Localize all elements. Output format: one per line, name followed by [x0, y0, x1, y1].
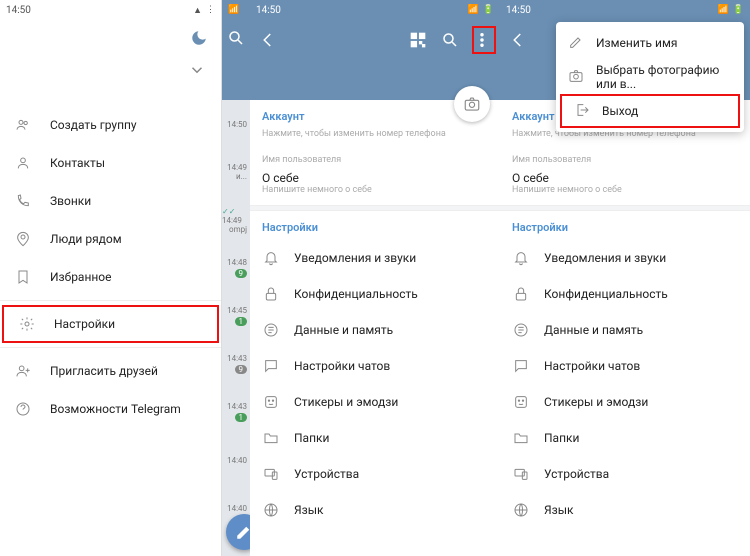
drawer-features[interactable]: Возможности Telegram [0, 390, 221, 428]
drawer-label: Контакты [50, 156, 105, 170]
about-hint: Напишите немного о себе [500, 185, 750, 205]
gear-icon [18, 316, 36, 332]
logout-icon [574, 102, 590, 121]
drawer-invite[interactable]: Пригласить друзей [0, 352, 221, 390]
help-icon [14, 401, 32, 417]
drawer-label: Пригласить друзей [50, 364, 158, 378]
drawer-label: Возможности Telegram [50, 402, 181, 416]
drawer-label: Звонки [50, 194, 91, 208]
setting-folders[interactable]: Папки [250, 420, 500, 456]
setting-data[interactable]: Данные и память [250, 312, 500, 348]
status-time: 14:50 [256, 5, 281, 16]
chat-icon [512, 358, 530, 374]
user-icon [14, 155, 32, 171]
night-mode-icon[interactable] [189, 28, 209, 48]
camera-icon [568, 68, 584, 87]
username-label[interactable]: Имя пользователя [250, 149, 500, 167]
lock-icon [512, 286, 530, 302]
setting-stickers[interactable]: Стикеры и эмодзи [500, 384, 750, 420]
about-label[interactable]: О себе [500, 167, 750, 185]
drawer-create-group[interactable]: Создать группу [0, 106, 221, 144]
setting-language[interactable]: Язык [500, 492, 750, 528]
menu-logout[interactable]: Выход [560, 94, 740, 128]
setting-chats[interactable]: Настройки чатов [250, 348, 500, 384]
drawer-label: Создать группу [50, 118, 137, 132]
compose-fab[interactable] [226, 514, 250, 550]
drawer-contacts[interactable]: Контакты [0, 144, 221, 182]
data-icon [512, 322, 530, 338]
setting-folders[interactable]: Папки [500, 420, 750, 456]
phone-hint[interactable]: Нажмите, чтобы изменить номер телефона [250, 129, 500, 149]
sticker-icon [262, 394, 280, 410]
setting-chats[interactable]: Настройки чатов [500, 348, 750, 384]
folder-icon [262, 430, 280, 446]
drawer-menu: Создать группу Контакты Звонки Люди рядо… [0, 100, 221, 428]
highlight-box [472, 26, 496, 54]
status-time: 14:50 [506, 5, 531, 16]
camera-fab[interactable] [454, 86, 490, 122]
device-icon [512, 466, 530, 482]
edit-icon [568, 34, 584, 53]
phone-hint[interactable]: Нажмите, чтобы изменить номер телефона [500, 129, 750, 149]
menu-change-name[interactable]: Изменить имя [556, 26, 744, 60]
overflow-menu: Изменить имя Выбрать фотографию или в...… [556, 22, 744, 132]
globe-icon [512, 502, 530, 518]
settings-section-title: Настройки [250, 211, 500, 240]
globe-icon [262, 502, 280, 518]
setting-privacy[interactable]: Конфиденциальность [250, 276, 500, 312]
status-icons: ▲⋮ [193, 5, 215, 16]
chevron-down-icon[interactable] [187, 60, 207, 80]
about-hint: Напишите немного о себе [250, 185, 500, 205]
menu-choose-photo[interactable]: Выбрать фотографию или в... [556, 60, 744, 94]
about-label[interactable]: О себе [250, 167, 500, 185]
qr-icon[interactable] [408, 30, 428, 50]
setting-language[interactable]: Язык [250, 492, 500, 528]
setting-notifications[interactable]: Уведомления и звуки [500, 240, 750, 276]
drawer-nearby[interactable]: Люди рядом [0, 220, 221, 258]
drawer-label: Настройки [54, 317, 115, 331]
lock-icon [262, 286, 280, 302]
bell-icon [512, 250, 530, 266]
data-icon [262, 322, 280, 338]
drawer-label: Избранное [50, 270, 112, 284]
drawer-saved[interactable]: Избранное [0, 258, 221, 296]
drawer-settings[interactable]: Настройки [2, 305, 219, 343]
back-icon[interactable] [258, 30, 278, 50]
bell-icon [262, 250, 280, 266]
bookmark-icon [14, 269, 32, 285]
people-nearby-icon [14, 231, 32, 247]
status-bar-bg: 📶 [222, 0, 250, 20]
sticker-icon [512, 394, 530, 410]
device-icon [262, 466, 280, 482]
username-label[interactable]: Имя пользователя [500, 149, 750, 167]
search-icon[interactable] [440, 30, 460, 50]
status-bar: 14:50 ▲⋮ [0, 0, 221, 20]
drawer-calls[interactable]: Звонки [0, 182, 221, 220]
setting-devices[interactable]: Устройства [500, 456, 750, 492]
status-bar: 14:50 📶🔋 [250, 0, 500, 20]
setting-data[interactable]: Данные и память [500, 312, 750, 348]
phone-icon [14, 193, 32, 209]
settings-section-title: Настройки [500, 211, 750, 240]
add-user-icon [14, 363, 32, 379]
setting-notifications[interactable]: Уведомления и звуки [250, 240, 500, 276]
status-time: 14:50 [6, 5, 31, 16]
setting-devices[interactable]: Устройства [250, 456, 500, 492]
group-icon [14, 117, 32, 133]
drawer-label: Люди рядом [50, 232, 122, 246]
chat-icon [262, 358, 280, 374]
back-icon[interactable] [508, 30, 528, 50]
search-icon[interactable] [226, 28, 246, 48]
setting-privacy[interactable]: Конфиденциальность [500, 276, 750, 312]
folder-icon [512, 430, 530, 446]
status-bar: 14:50 📶🔋 [500, 0, 750, 20]
setting-stickers[interactable]: Стикеры и эмодзи [250, 384, 500, 420]
